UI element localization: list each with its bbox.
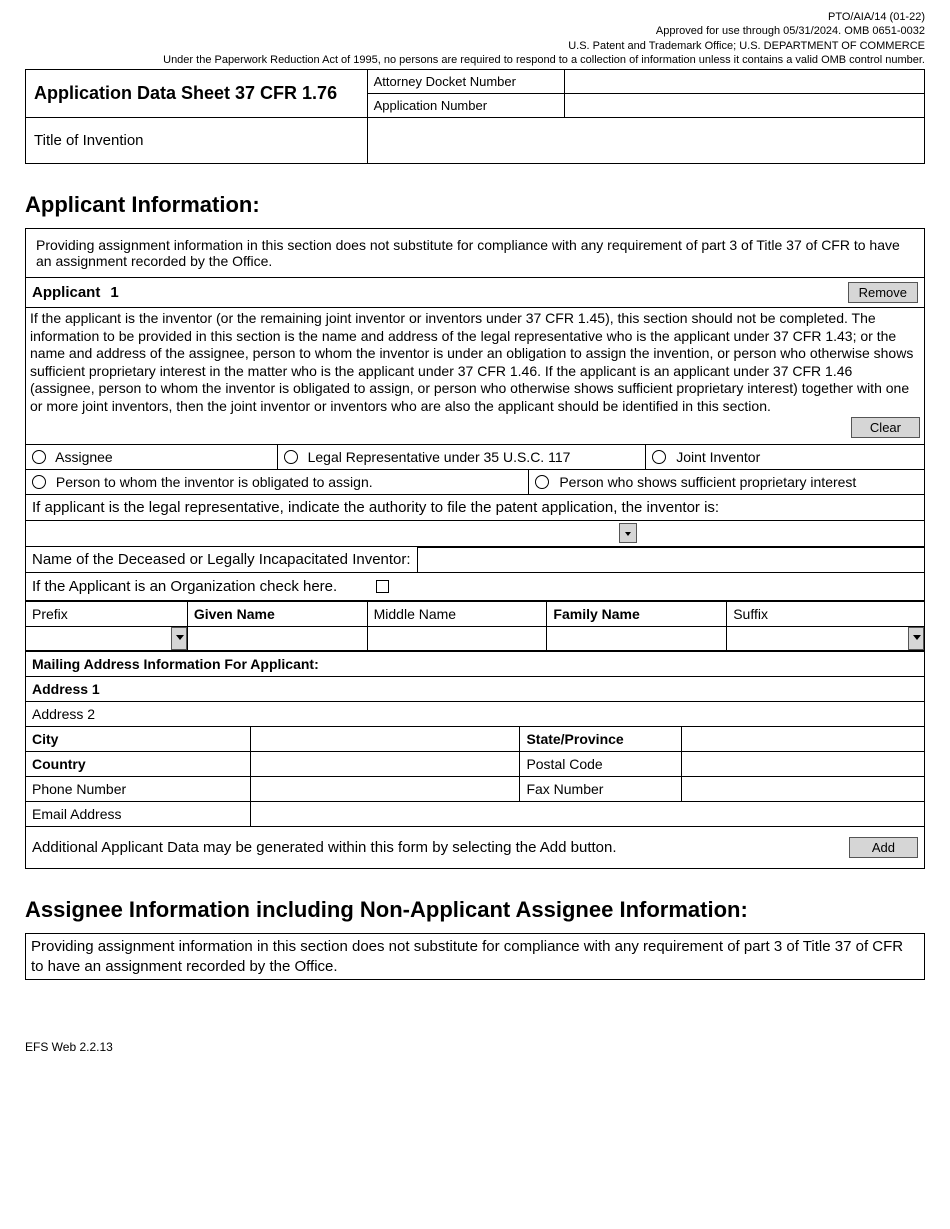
mailing-address-table: Mailing Address Information For Applican… [25, 651, 925, 827]
assignee-label: Assignee [55, 449, 113, 465]
chevron-down-icon [171, 627, 187, 650]
deceased-row: Name of the Deceased or Legally Incapaci… [25, 547, 925, 573]
add-button[interactable]: Add [849, 837, 918, 858]
assignee-section-heading: Assignee Information including Non-Appli… [25, 897, 925, 923]
applicant-section-heading: Applicant Information: [25, 192, 925, 218]
obligated-radio[interactable] [32, 475, 46, 489]
family-name-input[interactable] [547, 627, 727, 651]
authority-text: If applicant is the legal representative… [25, 495, 925, 521]
state-label: State/Province [520, 727, 682, 752]
postal-input[interactable] [682, 752, 925, 777]
appnum-field[interactable] [565, 94, 925, 118]
applicant-label: Applicant [32, 284, 100, 301]
add-applicant-row: Additional Applicant Data may be generat… [25, 827, 925, 869]
phone-label: Phone Number [26, 777, 251, 802]
deceased-input[interactable] [417, 547, 924, 572]
add-row-text: Additional Applicant Data may be generat… [32, 839, 617, 856]
authority-dropdown[interactable] [25, 521, 925, 547]
form-meta: PTO/AIA/14 (01-22) Approved for use thro… [25, 10, 925, 67]
deceased-label: Name of the Deceased or Legally Incapaci… [26, 547, 417, 572]
prefix-dropdown[interactable] [26, 627, 188, 651]
applicant-instructions: If the applicant is the inventor (or the… [25, 308, 925, 445]
country-label: Country [26, 752, 251, 777]
applicant-instructions-text: If the applicant is the inventor (or the… [30, 310, 913, 414]
appnum-label: Application Number [367, 94, 565, 118]
legal-rep-radio[interactable] [284, 450, 298, 464]
form-approval: Approved for use through 05/31/2024. OMB… [25, 24, 925, 38]
address2-label: Address 2 [26, 702, 925, 727]
legal-rep-label: Legal Representative under 35 U.S.C. 117 [308, 449, 571, 465]
joint-inventor-radio[interactable] [652, 450, 666, 464]
assignment-note: Providing assignment information in this… [25, 228, 925, 278]
middle-name-header: Middle Name [367, 602, 547, 627]
footer-version: EFS Web 2.2.13 [25, 1040, 925, 1054]
chevron-down-icon [619, 523, 637, 543]
suffix-dropdown[interactable] [727, 627, 925, 651]
chevron-down-icon [908, 627, 924, 650]
country-input[interactable] [250, 752, 520, 777]
title-of-invention-label: Title of Invention [26, 118, 368, 164]
fax-input[interactable] [682, 777, 925, 802]
form-id: PTO/AIA/14 (01-22) [25, 10, 925, 24]
assignee-radio[interactable] [32, 450, 46, 464]
address1-label: Address 1 [26, 677, 925, 702]
city-input[interactable] [250, 727, 520, 752]
proprietary-label: Person who shows sufficient proprietary … [559, 474, 856, 490]
email-input[interactable] [250, 802, 924, 827]
ads-title: Application Data Sheet 37 CFR 1.76 [26, 70, 368, 118]
assignee-note: Providing assignment information in this… [25, 933, 925, 980]
docket-field[interactable] [565, 70, 925, 94]
proprietary-radio[interactable] [535, 475, 549, 489]
joint-inventor-label: Joint Inventor [676, 449, 760, 465]
organization-checkbox[interactable] [376, 580, 389, 593]
applicant-type-row-2: Person to whom the inventor is obligated… [25, 470, 925, 495]
title-of-invention-field[interactable] [367, 118, 924, 164]
docket-label: Attorney Docket Number [367, 70, 565, 94]
name-table: Prefix Given Name Middle Name Family Nam… [25, 601, 925, 651]
given-name-input[interactable] [187, 627, 367, 651]
obligated-label: Person to whom the inventor is obligated… [56, 474, 373, 490]
org-check-label: If the Applicant is an Organization chec… [32, 578, 337, 595]
header-table: Application Data Sheet 37 CFR 1.76 Attor… [25, 69, 925, 164]
postal-label: Postal Code [520, 752, 682, 777]
organization-check-row: If the Applicant is an Organization chec… [25, 573, 925, 601]
city-label: City [26, 727, 251, 752]
applicant-number: 1 [110, 284, 118, 301]
middle-name-input[interactable] [367, 627, 547, 651]
form-agency: U.S. Patent and Trademark Office; U.S. D… [25, 39, 925, 53]
applicant-type-row-1: Assignee Legal Representative under 35 U… [25, 445, 925, 470]
prefix-header: Prefix [26, 602, 188, 627]
applicant-header-row: Applicant 1 Remove [25, 278, 925, 308]
state-input[interactable] [682, 727, 925, 752]
form-pra: Under the Paperwork Reduction Act of 199… [25, 53, 925, 67]
suffix-header: Suffix [727, 602, 925, 627]
fax-label: Fax Number [520, 777, 682, 802]
remove-button[interactable]: Remove [848, 282, 918, 303]
given-name-header: Given Name [187, 602, 367, 627]
phone-input[interactable] [250, 777, 520, 802]
family-name-header: Family Name [547, 602, 727, 627]
clear-button[interactable]: Clear [851, 417, 920, 438]
email-label: Email Address [26, 802, 251, 827]
mailing-header: Mailing Address Information For Applican… [26, 652, 925, 677]
